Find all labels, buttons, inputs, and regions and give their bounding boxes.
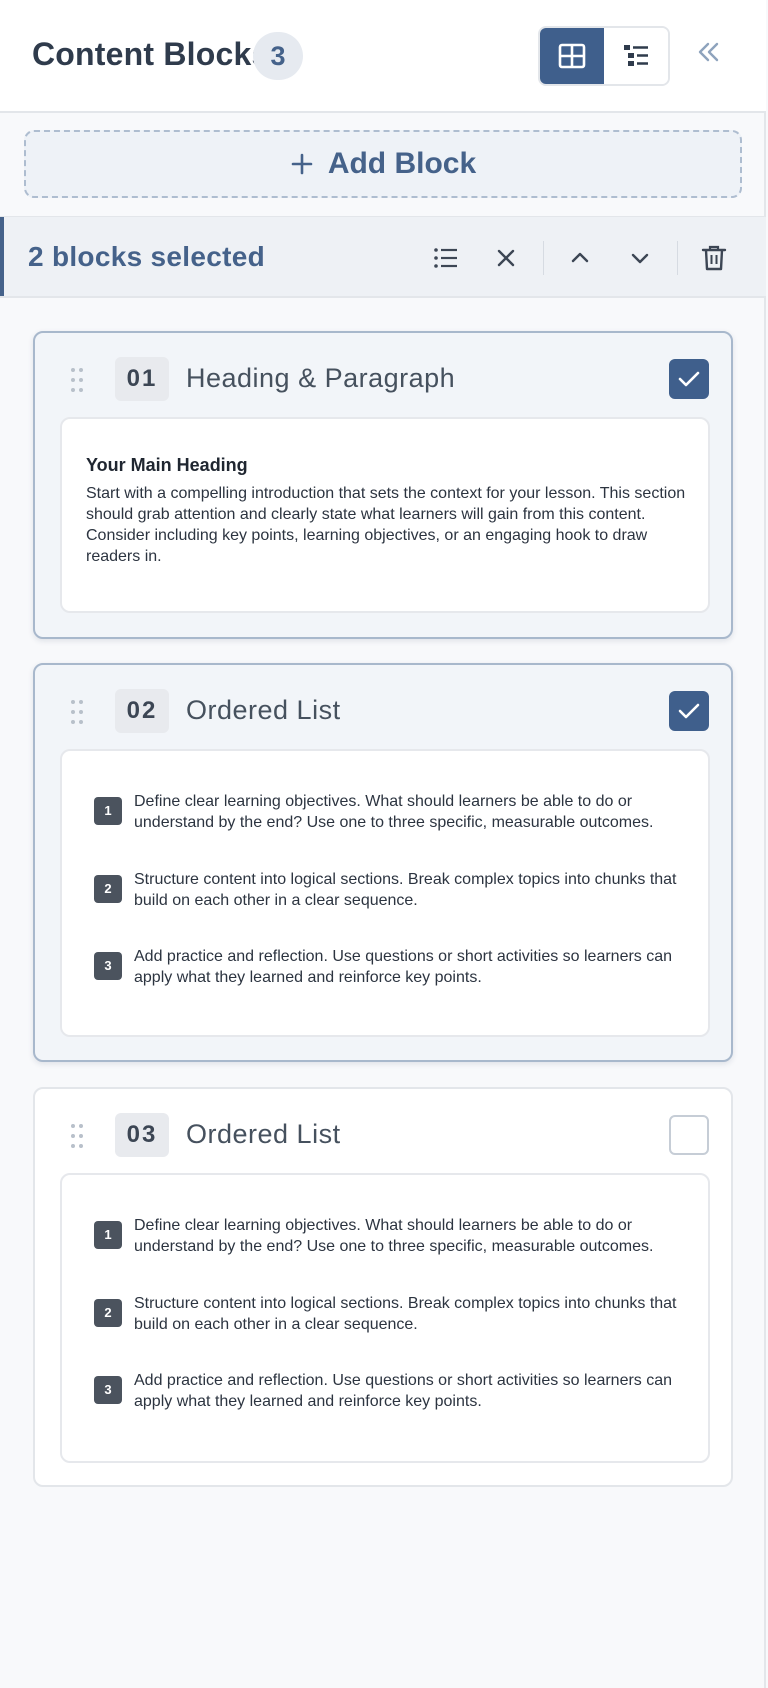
block-number: 02 bbox=[115, 689, 169, 733]
grid-view-button[interactable] bbox=[540, 28, 604, 84]
double-chevron-left-icon bbox=[698, 42, 719, 62]
block-preview: 1 Define clear learning objectives. What… bbox=[60, 749, 710, 1037]
list-view-button[interactable] bbox=[604, 28, 668, 84]
toolbar-divider bbox=[543, 241, 544, 275]
drag-handle-icon bbox=[71, 368, 83, 392]
block-title: Ordered List bbox=[186, 1119, 341, 1149]
add-block-label: Add Block bbox=[327, 147, 477, 180]
drag-handle-icon bbox=[71, 700, 83, 724]
view-toggle bbox=[538, 26, 670, 86]
block-number: 01 bbox=[115, 357, 169, 401]
list-item-text: Structure content into logical sections.… bbox=[134, 871, 677, 909]
panel-title: Content Blocks bbox=[32, 36, 270, 72]
trash-icon bbox=[701, 245, 727, 271]
content-block-card[interactable]: 02 Ordered List 1 Define clear learning … bbox=[33, 663, 733, 1062]
grid-view-icon bbox=[558, 43, 586, 69]
close-icon bbox=[497, 249, 515, 267]
list-item-number: 3 bbox=[94, 1376, 122, 1404]
content-block-card[interactable]: 01 Heading & Paragraph Your Main Heading… bbox=[33, 331, 733, 639]
block-count-badge: 3 bbox=[253, 32, 303, 80]
preview-paragraph: Start with a compelling introduction tha… bbox=[86, 485, 686, 565]
list-item-number: 3 bbox=[94, 952, 122, 980]
list-view-icon bbox=[624, 45, 648, 66]
block-select-checkbox[interactable] bbox=[669, 359, 709, 399]
content-block-card[interactable]: 03 Ordered List 1 Define clear learning … bbox=[33, 1087, 733, 1487]
drag-handle[interactable] bbox=[69, 699, 85, 730]
list-item-number: 2 bbox=[94, 1299, 122, 1327]
block-select-checkbox[interactable] bbox=[669, 691, 709, 731]
block-preview: Your Main Heading Start with a compellin… bbox=[60, 417, 710, 613]
toolbar-divider bbox=[677, 241, 678, 275]
plus-icon bbox=[291, 153, 313, 175]
panel-header: Content Blocks 3 bbox=[0, 0, 766, 113]
list-item-text: Add practice and reflection. Use questio… bbox=[134, 948, 673, 986]
preview-heading: Your Main Heading bbox=[86, 455, 248, 475]
selection-count-text: 2 blocks selected bbox=[28, 241, 266, 272]
block-select-checkbox[interactable] bbox=[669, 1115, 709, 1155]
list-item-text: Structure content into logical sections.… bbox=[134, 1295, 677, 1333]
block-title: Ordered List bbox=[186, 695, 341, 725]
selection-toolbar: 2 blocks selected bbox=[0, 216, 766, 298]
list-item-text: Add practice and reflection. Use questio… bbox=[134, 1372, 673, 1410]
list-item-number: 1 bbox=[94, 797, 122, 825]
move-up-button[interactable] bbox=[562, 240, 598, 276]
list-item-number: 2 bbox=[94, 875, 122, 903]
collapse-panel-button[interactable] bbox=[696, 34, 720, 70]
drag-handle[interactable] bbox=[69, 1123, 85, 1154]
clear-selection-button[interactable] bbox=[488, 240, 524, 276]
chevron-up-icon bbox=[571, 252, 589, 263]
block-preview: 1 Define clear learning objectives. What… bbox=[60, 1173, 710, 1463]
move-down-button[interactable] bbox=[622, 240, 658, 276]
content-blocks-panel: Content Blocks 3 Add Block 2 blocks sele… bbox=[0, 0, 766, 1688]
add-block-button[interactable]: Add Block bbox=[24, 130, 742, 198]
list-item-text: Define clear learning objectives. What s… bbox=[134, 1217, 654, 1255]
select-all-button[interactable] bbox=[428, 240, 464, 276]
select-all-list-icon bbox=[434, 248, 457, 268]
list-item-text: Define clear learning objectives. What s… bbox=[134, 793, 654, 831]
checkmark-icon bbox=[678, 703, 700, 719]
chevron-down-icon bbox=[631, 253, 649, 264]
delete-selected-button[interactable] bbox=[696, 240, 732, 276]
drag-handle[interactable] bbox=[69, 367, 85, 398]
list-item-number: 1 bbox=[94, 1221, 122, 1249]
drag-handle-icon bbox=[71, 1124, 83, 1148]
block-title: Heading & Paragraph bbox=[186, 363, 456, 393]
checkmark-icon bbox=[678, 371, 700, 387]
block-number: 03 bbox=[115, 1113, 169, 1157]
